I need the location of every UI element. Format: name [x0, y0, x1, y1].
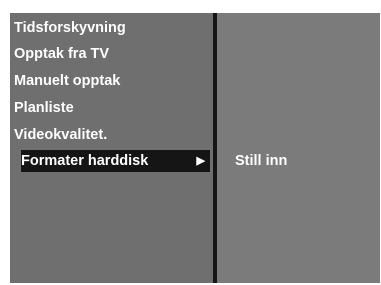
menu-item-planliste[interactable]: Planliste — [10, 97, 213, 119]
menu-item-videokvalitet[interactable]: Videokvalitet. — [10, 124, 213, 146]
menu-item-formater-harddisk[interactable]: Formater harddisk ▶ — [21, 150, 210, 172]
menu-item-opptak-fra-tv[interactable]: Opptak fra TV — [10, 43, 213, 65]
menu-item-manuelt-opptak[interactable]: Manuelt opptak — [10, 70, 213, 92]
submenu-option-still-inn[interactable]: Still inn — [235, 153, 287, 169]
submenu-pane: Still inn — [217, 13, 380, 283]
menu-item-tidsforskyvning[interactable]: Tidsforskyvning — [10, 17, 213, 39]
arrow-right-icon: ▶ — [196, 155, 205, 167]
menu-item-label: Planliste — [14, 100, 74, 116]
menu-item-label: Manuelt opptak — [14, 73, 121, 89]
menu-panel: Tidsforskyvning Opptak fra TV Manuelt op… — [10, 13, 380, 283]
menu-item-label: Formater harddisk — [21, 153, 149, 169]
menu-item-label: Videokvalitet. — [14, 127, 108, 143]
osd-screen: Tidsforskyvning Opptak fra TV Manuelt op… — [0, 0, 381, 285]
menu-item-label: Opptak fra TV — [14, 46, 110, 62]
menu-item-label: Tidsforskyvning — [14, 20, 126, 36]
menu-list: Tidsforskyvning Opptak fra TV Manuelt op… — [10, 13, 213, 283]
